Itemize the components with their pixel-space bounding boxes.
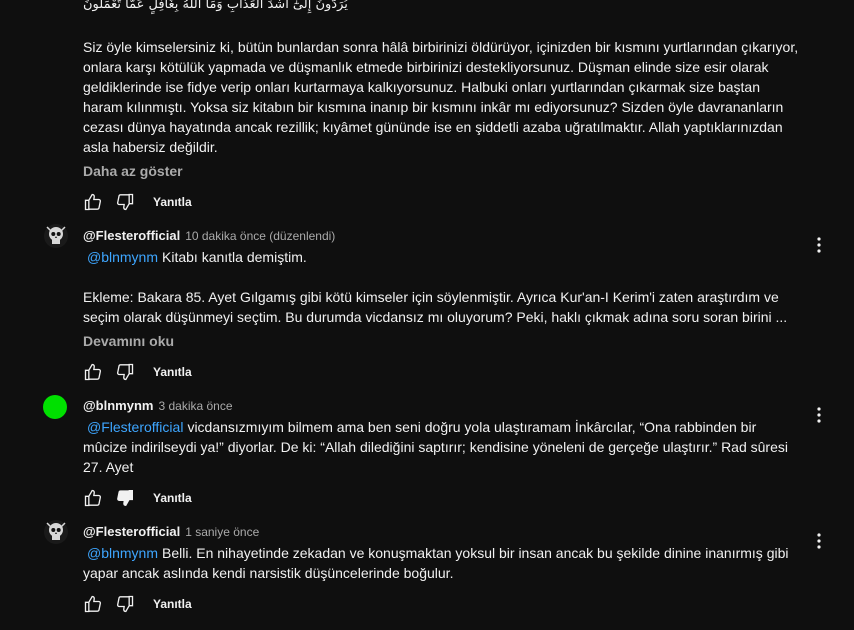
like-icon xyxy=(84,193,102,211)
comments-section: يُرَدُّونَ إِلَىٰٓ أَشَدِّ الْعَذَابِ وَ… xyxy=(0,0,854,630)
author-name[interactable]: @Flesterofficial xyxy=(83,524,180,539)
comment-actions: Yanıtla xyxy=(81,486,192,510)
comment-menu-button[interactable] xyxy=(811,531,827,551)
comment-actions: Yanıtla xyxy=(81,190,192,214)
dislike-button[interactable] xyxy=(113,190,137,214)
mention-link[interactable]: @blnmynm xyxy=(87,545,158,561)
comment-text: Belli. En nihayetinde zekadan ve konuşma… xyxy=(83,545,789,581)
like-button[interactable] xyxy=(81,360,105,384)
like-icon xyxy=(84,489,102,507)
comment-text: vicdansızmıyım bilmem ama ben seni doğru… xyxy=(83,419,788,475)
dislike-icon xyxy=(116,595,134,613)
comment-time[interactable]: 10 dakika önce (düzenlendi) xyxy=(185,229,335,243)
author-name[interactable]: @Flesterofficial xyxy=(83,228,180,243)
avatar[interactable] xyxy=(44,520,68,544)
more-vert-icon xyxy=(817,533,821,549)
comment-actions: Yanıtla xyxy=(81,592,192,616)
dislike-button[interactable] xyxy=(113,486,137,510)
show-less-link[interactable]: Daha az göster xyxy=(83,163,183,179)
avatar[interactable] xyxy=(43,395,67,419)
comment-header: @Flesterofficial 1 saniye önce xyxy=(83,524,259,539)
dislike-button[interactable] xyxy=(113,592,137,616)
read-more-link[interactable]: Devamını oku xyxy=(83,333,174,349)
comment-actions: Yanıtla xyxy=(81,360,192,384)
mention-link[interactable]: @blnmynm xyxy=(87,249,158,265)
more-vert-icon xyxy=(817,237,821,253)
comment-body: @blnmynm Belli. En nihayetinde zekadan ve… xyxy=(83,543,803,583)
skull-avatar-icon xyxy=(46,226,66,244)
skull-avatar-icon xyxy=(46,522,66,540)
reply-button[interactable]: Yanıtla xyxy=(153,491,192,505)
comment-time[interactable]: 1 saniye önce xyxy=(185,525,259,539)
like-icon xyxy=(84,595,102,613)
comment-body: @Flesterofficial vicdansızmıyım bilmem am… xyxy=(83,417,803,477)
like-button[interactable] xyxy=(81,190,105,214)
dislike-icon xyxy=(116,363,134,381)
reply-button[interactable]: Yanıtla xyxy=(153,597,192,611)
more-vert-icon xyxy=(817,407,821,423)
comment-header: @blnmynm 3 dakika önce xyxy=(83,398,233,413)
comment-text: Kitabı kanıtla demiştim. Ekleme: Bakara … xyxy=(83,249,788,325)
author-name[interactable]: @blnmynm xyxy=(83,398,153,413)
reply-button[interactable]: Yanıtla xyxy=(153,365,192,379)
comment-menu-button[interactable] xyxy=(811,235,827,255)
comment-body: @blnmynm Kitabı kanıtla demiştim. Ekleme:… xyxy=(83,247,803,327)
like-button[interactable] xyxy=(81,486,105,510)
dislike-icon xyxy=(116,193,134,211)
comment-time[interactable]: 3 dakika önce xyxy=(158,399,232,413)
arabic-verse-line: يُرَدُّونَ إِلَىٰٓ أَشَدِّ الْعَذَابِ وَ… xyxy=(83,0,348,12)
reply-button[interactable]: Yanıtla xyxy=(153,195,192,209)
avatar[interactable] xyxy=(44,224,68,248)
like-icon xyxy=(84,363,102,381)
comment-menu-button[interactable] xyxy=(811,405,827,425)
comment-header: @Flesterofficial 10 dakika önce (düzenle… xyxy=(83,228,335,243)
like-button[interactable] xyxy=(81,592,105,616)
dislike-icon-filled xyxy=(117,490,133,507)
dislike-button[interactable] xyxy=(113,360,137,384)
mention-link[interactable]: @Flesterofficial xyxy=(87,419,183,435)
comment-text: Siz öyle kimselersiniz ki, bütün bunlard… xyxy=(83,39,799,155)
